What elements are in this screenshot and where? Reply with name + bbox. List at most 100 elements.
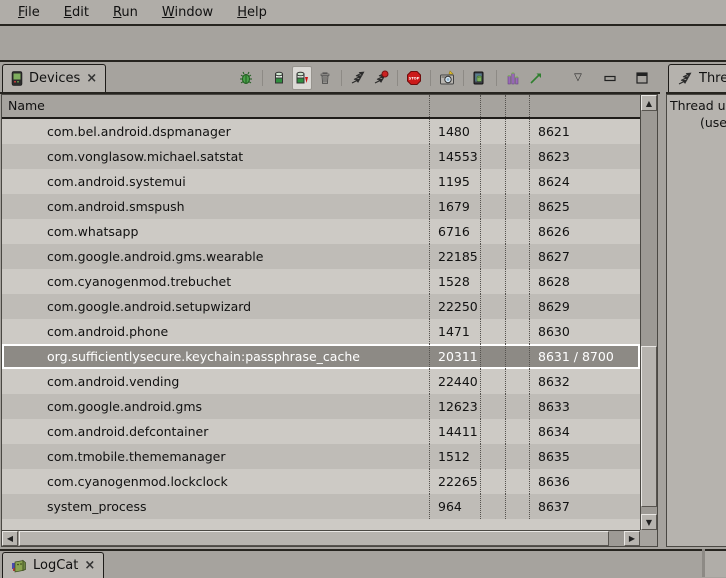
menu-window[interactable]: Window	[152, 3, 223, 22]
threads-tabbar: Threads	[666, 62, 726, 94]
cell-pid: 20311	[429, 344, 480, 369]
minimize-icon[interactable]	[600, 66, 620, 90]
table-row[interactable]: com.cyanogenmod.lockclock222658636	[2, 469, 640, 494]
cell-blank	[505, 444, 529, 469]
cell-name: com.google.android.gms.wearable	[2, 244, 429, 269]
stop-process-icon[interactable]: STOP	[404, 66, 424, 90]
cell-name: system_process	[2, 494, 429, 519]
toolbar-separator	[496, 70, 497, 86]
close-icon[interactable]: ×	[84, 558, 95, 573]
threads-icon	[677, 71, 693, 87]
menu-edit[interactable]: Edit	[54, 3, 99, 22]
table-row[interactable]: com.android.systemui1195 8624	[2, 169, 640, 194]
dump-hprof-icon[interactable]	[292, 66, 312, 90]
update-threads-icon[interactable]	[348, 66, 368, 90]
toolbar-strip	[0, 28, 726, 62]
table-row[interactable]: com.bel.android.dspmanager14808621	[2, 119, 640, 144]
tab-devices[interactable]: Devices ×	[2, 64, 106, 92]
menu-run[interactable]: Run	[103, 3, 148, 22]
tab-logcat[interactable]: LogCat ×	[2, 552, 104, 578]
hierarchy-view-icon[interactable]	[503, 66, 523, 90]
toolbar-separator	[262, 70, 263, 86]
threads-message-line2: (use toolbar button to enable)	[670, 114, 726, 131]
horizontal-scrollbar[interactable]: ◀ ▶	[2, 530, 640, 546]
toolbar-separator	[397, 70, 398, 86]
table-row[interactable]: com.android.defcontainer144118634	[2, 419, 640, 444]
cell-pid: 22265	[429, 469, 480, 494]
cell-pid: 14411	[429, 419, 480, 444]
menu-file[interactable]: File	[8, 3, 50, 22]
cell-port: 8632	[529, 369, 640, 394]
table-row[interactable]: com.google.android.gms126238633	[2, 394, 640, 419]
cell-name: com.android.smspush	[2, 194, 429, 219]
column-header-Name[interactable]: Name	[2, 95, 429, 117]
view-menu-icon[interactable]: ▽	[568, 66, 588, 90]
cell-pid: 1512	[429, 444, 480, 469]
horizontal-scrollbar-thumb[interactable]	[19, 531, 609, 546]
tab-devices-label: Devices	[29, 71, 80, 86]
table-row[interactable]: com.android.vending22440 8632	[2, 369, 640, 394]
cell-name: com.whatsapp	[2, 219, 429, 244]
cell-name: com.android.vending	[2, 369, 429, 394]
screenshot-icon[interactable]	[437, 66, 457, 90]
cell-pid: 1679	[429, 194, 480, 219]
table-row[interactable]: com.android.smspush16798625	[2, 194, 640, 219]
cell-blank	[505, 294, 529, 319]
cell-name: com.cyanogenmod.lockclock	[2, 469, 429, 494]
cell-port: 8631 / 8700	[529, 344, 640, 369]
cell-pid: 1480	[429, 119, 480, 144]
vertical-scrollbar-thumb[interactable]	[641, 346, 657, 507]
column-header-blank[interactable]	[529, 95, 640, 117]
cell-blank	[480, 419, 505, 444]
table-row[interactable]: com.whatsapp67168626	[2, 219, 640, 244]
cell-port: 8624	[529, 169, 640, 194]
cell-blank	[480, 144, 505, 169]
cell-name: com.android.systemui	[2, 169, 429, 194]
update-heap-icon[interactable]	[269, 66, 289, 90]
cell-pid: 22440	[429, 369, 480, 394]
table-row[interactable]: org.sufficientlysecure.keychain:passphra…	[2, 344, 640, 369]
scroll-up-button[interactable]: ▲	[641, 95, 657, 111]
device-screen-icon[interactable]	[470, 66, 490, 90]
table-row[interactable]: system_process9648637	[2, 494, 640, 519]
menu-help[interactable]: Help	[227, 3, 277, 22]
cell-blank	[480, 219, 505, 244]
tab-threads[interactable]: Threads	[668, 64, 726, 92]
table-row[interactable]: com.android.phone14718630	[2, 319, 640, 344]
table-row[interactable]: com.vonglasow.michael.satstat145538623	[2, 144, 640, 169]
tab-threads-label: Threads	[699, 71, 726, 86]
cell-blank	[480, 194, 505, 219]
devices-table: Name com.bel.android.dspmanager14808621c…	[1, 94, 658, 547]
cell-blank	[505, 394, 529, 419]
scroll-left-button[interactable]: ◀	[2, 531, 18, 546]
column-header-blank[interactable]	[505, 95, 529, 117]
cell-blank	[505, 344, 529, 369]
threads-panel: Thread updates not enabled for selected …	[666, 94, 726, 547]
table-body: com.bel.android.dspmanager14808621com.vo…	[2, 119, 640, 531]
cell-blank	[505, 319, 529, 344]
table-row[interactable]: com.cyanogenmod.trebuchet15288628	[2, 269, 640, 294]
systrace-arrow-icon[interactable]	[526, 66, 546, 90]
column-header-blank[interactable]	[429, 95, 480, 117]
cell-blank	[505, 144, 529, 169]
debug-icon[interactable]	[236, 66, 256, 90]
cell-pid: 22250	[429, 294, 480, 319]
bottom-right-panel-edge	[705, 549, 726, 577]
column-header-blank[interactable]	[480, 95, 505, 117]
scroll-right-button[interactable]: ▶	[624, 531, 640, 546]
table-row[interactable]: com.tmobile.thememanager15128635	[2, 444, 640, 469]
close-icon[interactable]: ×	[86, 71, 97, 86]
table-row[interactable]: com.google.android.gms.wearable221858627	[2, 244, 640, 269]
cell-blank	[480, 369, 505, 394]
table-row[interactable]: com.google.android.setupwizard222508629	[2, 294, 640, 319]
start-profiling-icon[interactable]	[371, 66, 391, 90]
vertical-scrollbar[interactable]: ▲ ▼	[640, 95, 657, 530]
scroll-down-button[interactable]: ▼	[641, 514, 657, 530]
gc-trash-icon[interactable]	[315, 66, 335, 90]
cell-blank	[505, 494, 529, 519]
cell-pid: 1195	[429, 169, 480, 194]
cell-port: 8633	[529, 394, 640, 419]
svg-text:STOP: STOP	[409, 77, 420, 81]
cell-port: 8628	[529, 269, 640, 294]
maximize-icon[interactable]	[632, 66, 652, 90]
